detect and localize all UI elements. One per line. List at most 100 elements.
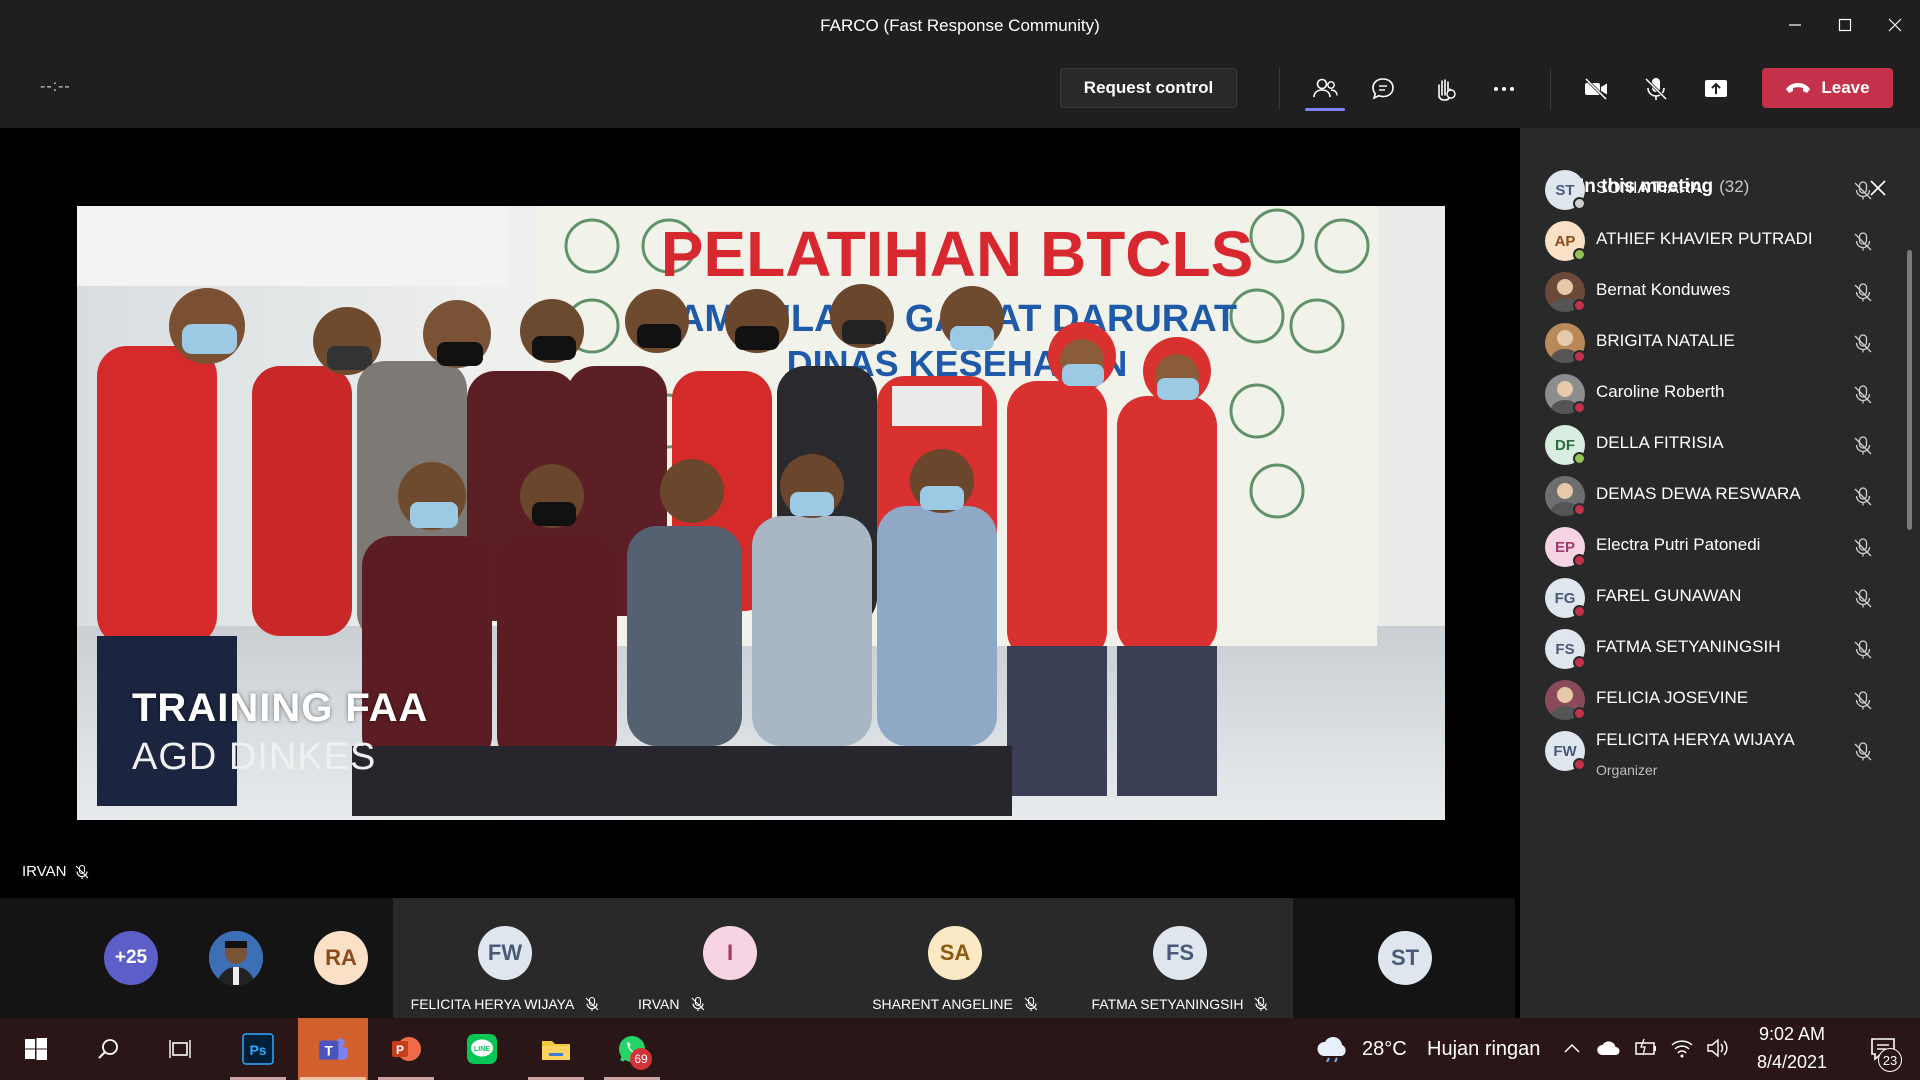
more-participants-button[interactable]: +25 xyxy=(104,931,158,985)
presence-status-dot xyxy=(1573,503,1586,516)
presence-status-dot xyxy=(1573,401,1586,414)
participant-tile[interactable]: FW FELICITA HERYA WIJAYA xyxy=(393,898,618,1018)
participant-mic-status xyxy=(1852,231,1874,253)
taskbar-powerpoint[interactable]: P xyxy=(376,1018,436,1080)
volume-icon[interactable] xyxy=(1705,1037,1729,1059)
participant-row[interactable]: FW FELICITA HERYA WIJAYA Organizer xyxy=(1520,720,1900,782)
camera-toggle-button[interactable] xyxy=(1574,68,1618,110)
participant-mic-status xyxy=(1852,384,1874,406)
reactions-button[interactable] xyxy=(1422,68,1466,110)
task-view-icon xyxy=(169,1040,191,1058)
request-control-button[interactable]: Request control xyxy=(1060,68,1237,108)
participant-avatar-st[interactable]: ST xyxy=(1378,931,1432,985)
task-view-button[interactable] xyxy=(158,1018,202,1080)
share-screen-button[interactable] xyxy=(1694,68,1738,110)
leave-label: Leave xyxy=(1821,78,1870,97)
presence-status-dot xyxy=(1573,605,1586,618)
participant-name: FAREL GUNAWAN xyxy=(1596,586,1742,605)
taskbar-whatsapp[interactable]: 69 xyxy=(602,1018,662,1080)
raise-hand-icon xyxy=(1438,79,1456,101)
participant-name: FELICITA HERYA WIJAYA xyxy=(410,996,575,1012)
meeting-toolbar: --:-- Request control Leave xyxy=(0,50,1920,128)
mic-off-icon xyxy=(1854,640,1872,659)
maximize-button[interactable] xyxy=(1820,0,1870,50)
participant-avatar: FS xyxy=(1153,926,1207,980)
participants-button[interactable] xyxy=(1303,68,1347,110)
presence-status-dot xyxy=(1573,758,1586,771)
cloud-rain-icon xyxy=(1317,1037,1346,1062)
maximize-icon xyxy=(1838,18,1852,32)
video-overlay-title: TRAINING FAA xyxy=(132,686,429,730)
taskbar-time[interactable]: 9:02 AM xyxy=(1752,1024,1832,1045)
participant-mic-status xyxy=(1852,537,1874,559)
minimize-button[interactable] xyxy=(1770,0,1820,50)
shared-video: PELATIHAN BTCLS AMBULANS GAWAT DARURAT D… xyxy=(77,206,1445,820)
panel-scrollbar[interactable] xyxy=(1907,250,1912,530)
people-icon xyxy=(1313,78,1338,98)
participant-mic-status xyxy=(1852,486,1874,508)
wifi-icon[interactable] xyxy=(1670,1037,1694,1059)
participant-tile-label: FATMA SETYANINGSIH xyxy=(1068,996,1293,1012)
presence-status-dot xyxy=(1573,299,1586,312)
participant-mic-status xyxy=(1852,282,1874,304)
participant-mic-status xyxy=(1852,690,1874,712)
mic-off-icon xyxy=(1854,385,1872,404)
more-icon xyxy=(1494,87,1514,91)
more-actions-button[interactable] xyxy=(1482,68,1526,110)
mic-off-icon xyxy=(1854,436,1872,455)
mic-toggle-button[interactable] xyxy=(1634,68,1678,110)
line-app-icon: LINE xyxy=(467,1034,497,1064)
battery-icon[interactable] xyxy=(1634,1037,1658,1059)
start-button[interactable] xyxy=(14,1018,58,1080)
participant-name: FATMA SETYANINGSIH xyxy=(1596,637,1781,656)
windows-logo-icon xyxy=(25,1038,47,1060)
participant-gallery: +25 RA FW FELICITA HERYA WIJAYA I IRVAN … xyxy=(0,898,1515,1018)
mic-off-icon xyxy=(1854,232,1872,251)
participant-tile-label: IRVAN xyxy=(638,996,843,1012)
participant-name: FATMA SETYANINGSIH xyxy=(1091,996,1244,1012)
banner-title: PELATIHAN BTCLS xyxy=(661,218,1254,290)
participant-tile[interactable]: FS FATMA SETYANINGSIH xyxy=(1068,898,1293,1018)
whatsapp-unread-badge: 69 xyxy=(630,1048,652,1070)
mic-off-icon xyxy=(1854,691,1872,710)
taskbar-line[interactable]: LINE xyxy=(452,1018,512,1080)
participant-mic-status xyxy=(1852,639,1874,661)
svg-text:T: T xyxy=(325,1042,334,1058)
participant-name: FELICIA JOSEVINE xyxy=(1596,688,1749,707)
participant-tile[interactable]: SA SHARENT ANGELINE xyxy=(843,898,1068,1018)
mic-off-icon xyxy=(1255,996,1268,1011)
participant-name: DELLA FITRISIA xyxy=(1596,433,1724,452)
chat-icon xyxy=(1372,78,1394,100)
participant-name: Caroline Roberth xyxy=(1596,382,1725,401)
participant-photo-avatar[interactable] xyxy=(209,931,263,985)
camera-off-icon xyxy=(1584,77,1608,101)
participant-name: ATHIEF KHAVIER PUTRADI xyxy=(1596,229,1813,248)
participant-avatar: FW xyxy=(478,926,532,980)
share-icon xyxy=(1705,80,1727,97)
teams-icon: T xyxy=(319,1038,348,1060)
chevron-up-icon[interactable] xyxy=(1563,1040,1581,1058)
leave-button[interactable]: Leave xyxy=(1762,68,1893,108)
powerpoint-icon: P xyxy=(392,1037,421,1061)
close-window-button[interactable] xyxy=(1870,0,1920,50)
participant-name: BRIGITA NATALIE xyxy=(1596,331,1735,350)
mic-off-icon xyxy=(1854,487,1872,506)
taskbar-photoshop[interactable]: Ps xyxy=(228,1018,288,1080)
search-button[interactable] xyxy=(86,1018,130,1080)
participant-name: Bernat Konduwes xyxy=(1596,280,1731,299)
weather-temperature[interactable]: 28°C xyxy=(1362,1038,1407,1061)
weather-condition[interactable]: Hujan ringan xyxy=(1427,1038,1540,1061)
participant-tile-label: SHARENT ANGELINE xyxy=(843,996,1068,1012)
svg-text:P: P xyxy=(396,1043,404,1057)
notification-center-button[interactable]: 23 xyxy=(1858,1018,1908,1080)
participant-avatar-ra[interactable]: RA xyxy=(314,931,368,985)
participant-tile[interactable]: I IRVAN xyxy=(618,898,843,1018)
mic-off-icon xyxy=(1854,181,1872,200)
chat-button[interactable] xyxy=(1361,68,1405,110)
taskbar-teams[interactable]: T xyxy=(298,1018,368,1080)
notification-count-badge: 23 xyxy=(1878,1048,1902,1072)
video-overlay-subtitle: AGD DINKES xyxy=(132,736,377,778)
taskbar-date[interactable]: 8/4/2021 xyxy=(1750,1052,1834,1073)
onedrive-cloud-icon[interactable] xyxy=(1596,1038,1622,1058)
taskbar-file-explorer[interactable] xyxy=(526,1018,586,1080)
